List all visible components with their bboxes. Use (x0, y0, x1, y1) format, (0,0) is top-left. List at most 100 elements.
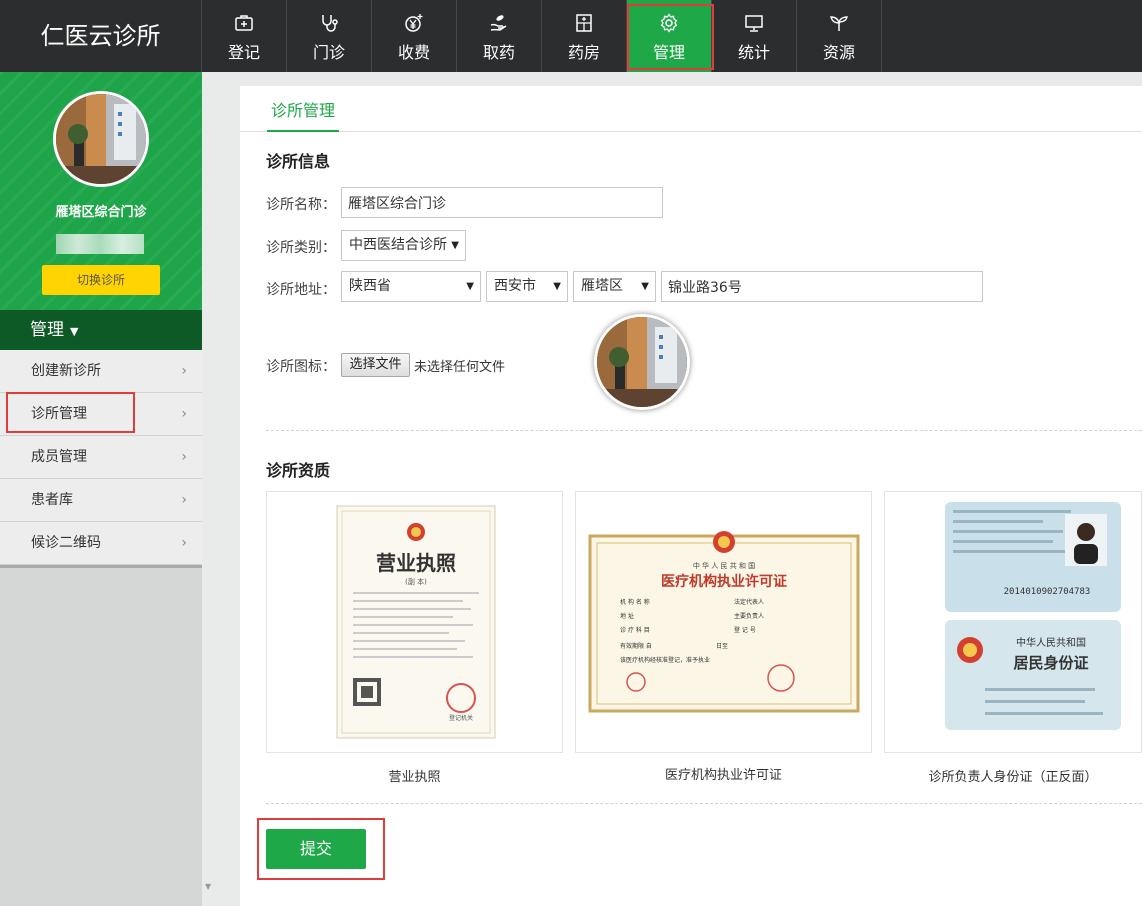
redacted-info (56, 234, 144, 254)
id-card-card[interactable]: 2014010902704783 中华人民共和国 居民身份证 (884, 491, 1142, 753)
hand-pill-icon (457, 13, 541, 33)
nav-label: 门诊 (312, 43, 345, 62)
clinic-name-label: 诊所名称： (266, 197, 336, 213)
section-divider (266, 803, 1142, 804)
switch-clinic-button[interactable]: 切换诊所 (42, 265, 160, 295)
street-address-input[interactable] (661, 271, 983, 302)
nav-item-management[interactable]: 管理 (627, 0, 712, 72)
nav-item-resources[interactable]: 资源 (797, 0, 882, 72)
sidebar-item-patient-library[interactable]: 患者库 › (0, 479, 202, 522)
caret-down-icon: ▼ (70, 325, 79, 338)
sprout-icon (797, 13, 881, 33)
qualification-title: 诊所资质 (266, 461, 331, 480)
province-select[interactable]: 陕西省 ▼ (341, 271, 481, 302)
city-select[interactable]: 西安市 ▼ (486, 271, 568, 302)
dropdown-arrow-icon: ▼ (466, 281, 474, 292)
file-status-text: 未选择任何文件 (414, 360, 506, 375)
dropdown-arrow-icon: ▼ (553, 281, 561, 292)
sidebar-scrollbar[interactable] (202, 72, 218, 906)
medical-license-title: 医疗机构执业许可证 (661, 573, 787, 590)
sidebar-item-clinic-management[interactable]: 诊所管理 › (0, 393, 202, 436)
app-brand: 仁医云诊所 (0, 0, 202, 72)
medical-license-row: 日至 (716, 643, 728, 650)
sidebar-item-label: 创建新诊所 (31, 363, 101, 379)
chevron-right-icon: › (181, 406, 187, 422)
tab-clinic-management[interactable]: 诊所管理 (267, 86, 340, 132)
top-navigation-bar: 仁医云诊所 登记 门诊 收费 取药 药房 管理 统计 资源 (0, 0, 1142, 72)
nav-item-billing[interactable]: 收费 (372, 0, 457, 72)
nav-label: 管理 (652, 43, 685, 62)
id-card-number: 2014010902704783 (1004, 587, 1091, 597)
medical-license-row: 机 构 名 称 (620, 598, 650, 606)
clinic-name-input[interactable] (341, 187, 663, 218)
license-title: 营业执照 (376, 551, 456, 575)
chevron-right-icon: › (181, 535, 187, 551)
nav-label: 统计 (737, 43, 770, 62)
district-select[interactable]: 雁塔区 ▼ (573, 271, 656, 302)
sidebar-item-label: 患者库 (31, 492, 73, 508)
sidebar-item-member-management[interactable]: 成员管理 › (0, 436, 202, 479)
clinic-address-label: 诊所地址： (266, 282, 336, 298)
divider (0, 565, 202, 568)
business-license-card[interactable]: 营业执照 (副 本) 登记机关 (266, 491, 563, 753)
medical-license-row: 登 记 号 (734, 626, 756, 634)
chevron-right-icon: › (181, 363, 187, 379)
clinic-info-title: 诊所信息 (266, 152, 331, 171)
chevron-right-icon: › (181, 449, 187, 465)
sidebar-clinic-name: 雁塔区综合门诊 (55, 205, 147, 220)
id-card-title: 居民身份证 (1013, 654, 1088, 672)
medical-license-row: 地 址 (620, 612, 634, 620)
medical-license-image: 中 华 人 民 共 和 国 医疗机构执业许可证 机 构 名 称 法定代表人 地 … (588, 531, 860, 713)
nav-label: 登记 (227, 43, 260, 62)
medical-license-row: 有效期限 自 (620, 642, 652, 650)
sidebar-item-label: 候诊二维码 (31, 535, 101, 551)
monitor-icon (712, 13, 796, 33)
clinic-type-select[interactable]: 中西医结合诊所 ▼ (341, 230, 466, 261)
business-license-caption: 营业执照 (388, 770, 441, 785)
nav-item-statistics[interactable]: 统计 (712, 0, 797, 72)
clinic-avatar (53, 91, 149, 187)
submit-button[interactable]: 提交 (266, 829, 366, 869)
license-seal-text: 登记机关 (449, 714, 473, 722)
nav-item-register[interactable]: 登记 (202, 0, 287, 72)
clinic-type-label: 诊所类别： (266, 240, 336, 256)
plus-box-icon (202, 13, 286, 33)
medical-license-row: 主要负责人 (734, 612, 764, 620)
id-card-caption: 诊所负责人身份证（正反面） (928, 770, 1098, 785)
sidebar-item-waiting-qrcode[interactable]: 候诊二维码 › (0, 522, 202, 565)
nav-item-pharmacy[interactable]: 药房 (542, 0, 627, 72)
nav-item-dispense[interactable]: 取药 (457, 0, 542, 72)
nav-label: 药房 (567, 43, 600, 62)
gear-icon (627, 13, 711, 33)
sidebar-item-label: 诊所管理 (31, 406, 87, 422)
medical-license-statement: 该医疗机构经核准登记，准予执业 (620, 656, 710, 664)
select-value: 西安市 (494, 278, 536, 294)
menu-heading[interactable]: 管理 ▼ (0, 310, 202, 350)
medical-license-card[interactable]: 中 华 人 民 共 和 国 医疗机构执业许可证 机 构 名 称 法定代表人 地 … (575, 491, 872, 753)
yen-coin-icon (372, 13, 456, 33)
sidebar: 雁塔区综合门诊 切换诊所 管理 ▼ 创建新诊所 › 诊所管理 › 成员管理 › 患者库 ›… (0, 72, 202, 906)
sidebar-item-create-clinic[interactable]: 创建新诊所 › (0, 350, 202, 393)
select-value: 中西医结合诊所 (349, 237, 447, 253)
business-license-image: 营业执照 (副 本) 登记机关 (336, 505, 496, 739)
id-card-country: 中华人民共和国 (1016, 636, 1086, 649)
chevron-right-icon: › (181, 492, 187, 508)
medical-license-country: 中 华 人 民 共 和 国 (693, 561, 755, 570)
dropdown-arrow-icon: ▼ (451, 240, 459, 251)
main-panel: 诊所管理 诊所信息 诊所名称： 诊所类别： 中西医结合诊所 ▼ 诊所地址： 陕西省… (240, 86, 1142, 906)
license-subtitle: (副 本) (405, 577, 427, 586)
section-divider (266, 430, 1142, 431)
pharmacy-cabinet-icon (542, 13, 626, 33)
medical-license-row: 法定代表人 (734, 598, 764, 606)
select-value: 雁塔区 (581, 278, 623, 294)
stethoscope-icon (287, 13, 371, 33)
scroll-down-icon[interactable]: ▼ (205, 882, 211, 891)
nav-item-outpatient[interactable]: 门诊 (287, 0, 372, 72)
select-value: 陕西省 (349, 278, 391, 294)
nav-label: 收费 (397, 43, 430, 62)
choose-file-button[interactable]: 选择文件 (341, 353, 410, 377)
nav-label: 取药 (482, 43, 515, 62)
clinic-profile-panel: 雁塔区综合门诊 切换诊所 (0, 72, 202, 310)
nav-label: 资源 (822, 43, 855, 62)
sidebar-item-label: 成员管理 (31, 449, 87, 465)
